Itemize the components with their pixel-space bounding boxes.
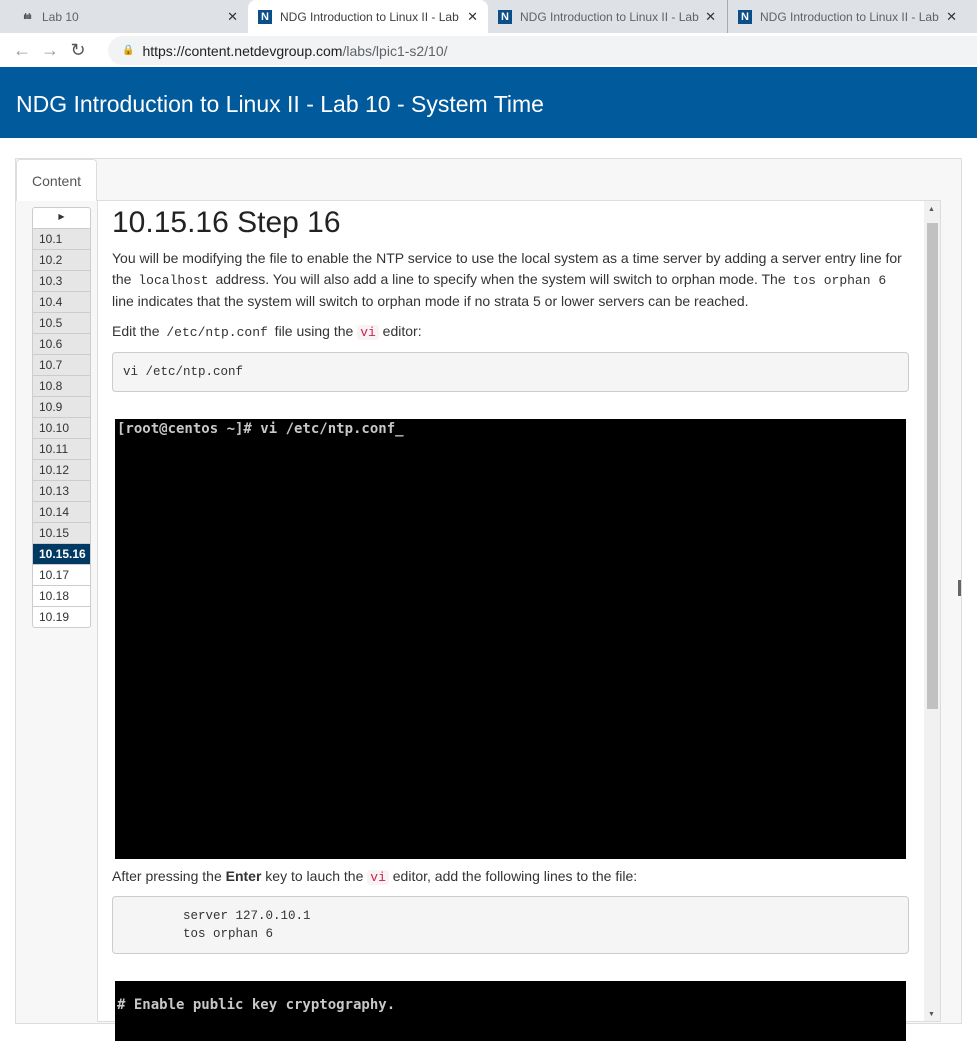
sidebar-item[interactable]: 10.2 xyxy=(33,249,90,270)
sidebar-item[interactable]: 10.6 xyxy=(33,333,90,354)
page-scroll-thumb[interactable] xyxy=(958,580,961,596)
sidebar-item[interactable]: 10.4 xyxy=(33,291,90,312)
tab-content[interactable]: Content xyxy=(16,159,97,201)
code-block: server 127.0.10.1 tos orphan 6 xyxy=(112,896,909,954)
sidebar-item[interactable]: 10.9 xyxy=(33,396,90,417)
scroll-up-icon[interactable]: ▲ xyxy=(928,206,935,213)
sidebar-item[interactable]: 10.19 xyxy=(33,606,90,627)
sidebar-item[interactable]: 10.11 xyxy=(33,438,90,459)
scroll-thumb[interactable] xyxy=(927,223,938,709)
page-title: 10.15.16 Step 16 xyxy=(112,206,341,239)
code-block: vi /etc/ntp.conf xyxy=(112,352,909,392)
expand-icon[interactable]: ▶ xyxy=(33,208,90,228)
browser-tab-lab10[interactable]: ılıılı Lab 10 ✕ xyxy=(10,0,248,33)
sidebar-item[interactable]: 10.12 xyxy=(33,459,90,480)
close-icon[interactable]: ✕ xyxy=(705,9,716,25)
ndg-icon: N xyxy=(258,9,272,24)
sidebar-item[interactable]: 10.5 xyxy=(33,312,90,333)
sidebar-item[interactable]: 10.7 xyxy=(33,354,90,375)
close-icon[interactable]: ✕ xyxy=(467,9,478,25)
address-bar: ← → ↻ 🔒 https://content.netdevgroup.com/l… xyxy=(0,33,977,67)
sidebar-item[interactable]: 10.8 xyxy=(33,375,90,396)
browser-tab-active[interactable]: N NDG Introduction to Linux II - Lab ✕ xyxy=(248,0,488,33)
back-icon[interactable]: ← xyxy=(8,40,36,61)
intro-paragraph: You will be modifying the file to enable… xyxy=(112,250,902,309)
sidebar-item[interactable]: 10.10 xyxy=(33,417,90,438)
sidebar-item[interactable]: 10.17 xyxy=(33,564,90,585)
step-nav: ▶ 10.1 10.2 10.3 10.4 10.5 10.6 10.7 10.8 10.9 10… xyxy=(32,207,91,628)
sidebar-item[interactable]: 10.1 xyxy=(33,228,90,249)
close-icon[interactable]: ✕ xyxy=(946,9,957,25)
lock-icon: 🔒 xyxy=(122,45,135,56)
url-input[interactable]: 🔒 https://content.netdevgroup.com/labs/lp… xyxy=(108,36,977,65)
sidebar-item[interactable]: 10.14 xyxy=(33,501,90,522)
scrollbar[interactable]: ▲ ▼ xyxy=(924,201,940,1021)
forward-icon[interactable]: → xyxy=(36,40,64,61)
sidebar-item[interactable]: 10.15 xyxy=(33,522,90,543)
reload-icon[interactable]: ↻ xyxy=(64,40,92,61)
terminal-screenshot: [root@centos ~]# vi /etc/ntp.conf_ xyxy=(115,419,906,859)
edit-paragraph: Edit the /etc/ntp.conf file using the vi… xyxy=(112,323,422,340)
cisco-icon: ılıılı xyxy=(23,12,31,21)
sidebar-item[interactable]: 10.13 xyxy=(33,480,90,501)
ndg-icon: N xyxy=(498,9,512,24)
scroll-down-icon[interactable]: ▼ xyxy=(928,1011,935,1018)
main-content: 10.15.16 Step 16 You will be modifying t… xyxy=(112,200,909,1041)
enter-paragraph: After pressing the Enter key to lauch th… xyxy=(112,868,638,885)
sidebar-item[interactable]: 10.18 xyxy=(33,585,90,606)
browser-tab[interactable]: N NDG Introduction to Linux II - Lab ✕ xyxy=(727,0,967,33)
ndg-icon: N xyxy=(738,9,752,24)
sidebar-item[interactable]: 10.15.16 xyxy=(33,543,90,564)
page-header: NDG Introduction to Linux II - Lab 10 - … xyxy=(0,67,977,138)
sidebar-item[interactable]: 10.3 xyxy=(33,270,90,291)
close-icon[interactable]: ✕ xyxy=(227,9,238,25)
browser-tab[interactable]: N NDG Introduction to Linux II - Lab ✕ xyxy=(488,0,726,33)
tab-bar: ılıılı Lab 10 ✕ N NDG Introduction to Linux… xyxy=(0,0,977,33)
terminal-screenshot: # Enable public key cryptography. xyxy=(115,981,906,1041)
